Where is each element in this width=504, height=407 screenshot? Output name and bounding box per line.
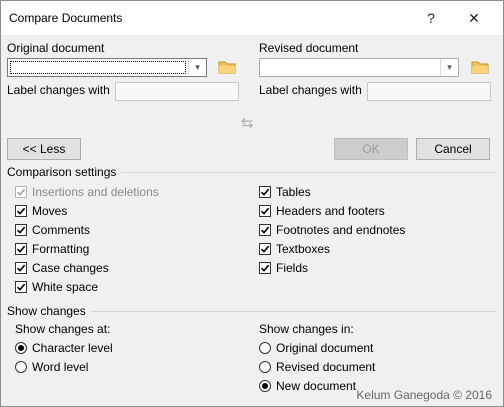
browse-original-folder-icon[interactable]: [218, 60, 236, 74]
checkbox-box[interactable]: [15, 243, 27, 255]
section-divider: [91, 311, 497, 312]
ok-button[interactable]: OK: [334, 138, 408, 160]
compare-documents-dialog: Compare Documents ? ✕ Original document …: [0, 0, 504, 407]
checkbox-textboxes[interactable]: Textboxes: [259, 241, 330, 257]
show-changes-in-label: Show changes in:: [259, 322, 354, 336]
swap-documents-icon[interactable]: ⇆: [241, 114, 254, 132]
radio-circle[interactable]: [259, 342, 271, 354]
original-label-changes-field[interactable]: [115, 82, 239, 101]
show-changes-heading: Show changes: [7, 304, 86, 318]
radio-original-document[interactable]: Original document: [259, 340, 373, 356]
checkbox-formatting[interactable]: Formatting: [15, 241, 89, 257]
checkbox-box[interactable]: [259, 224, 271, 236]
checkbox-box[interactable]: [15, 205, 27, 217]
original-document-value: [10, 61, 186, 74]
checkbox-label: Case changes: [32, 261, 109, 275]
radio-label: Revised document: [276, 360, 376, 374]
checkbox-box[interactable]: [259, 243, 271, 255]
checkbox-box[interactable]: [259, 186, 271, 198]
checkbox-tables[interactable]: Tables: [259, 184, 311, 200]
radio-circle[interactable]: [15, 361, 27, 373]
radio-new-document[interactable]: New document: [259, 378, 356, 394]
original-document-combo[interactable]: ▾: [7, 58, 207, 77]
radio-word-level[interactable]: Word level: [15, 359, 88, 375]
checkbox-label: Tables: [276, 185, 311, 199]
comparison-settings-heading: Comparison settings: [7, 165, 117, 179]
show-changes-at-label: Show changes at:: [15, 322, 111, 336]
radio-circle[interactable]: [259, 380, 271, 392]
radio-label: Character level: [32, 341, 113, 355]
checkbox-white-space[interactable]: White space: [15, 279, 98, 295]
revised-document-combo[interactable]: ▾: [259, 58, 459, 77]
dialog-title: Compare Documents: [9, 11, 123, 25]
close-button[interactable]: ✕: [456, 1, 492, 35]
revised-label-changes-field[interactable]: [367, 82, 491, 101]
checkbox-box[interactable]: [15, 262, 27, 274]
section-divider: [121, 172, 497, 173]
radio-label: Word level: [32, 360, 89, 374]
checkbox-fields[interactable]: Fields: [259, 260, 308, 276]
radio-label: New document: [276, 379, 357, 393]
checkbox-case-changes[interactable]: Case changes: [15, 260, 109, 276]
chevron-down-icon[interactable]: ▾: [440, 59, 458, 76]
original-label-changes-label: Label changes with: [7, 83, 110, 97]
radio-circle[interactable]: [15, 342, 27, 354]
radio-circle[interactable]: [259, 361, 271, 373]
checkbox-label: Formatting: [32, 242, 90, 256]
original-document-label: Original document: [7, 41, 105, 55]
less-button[interactable]: << Less: [7, 138, 81, 160]
chevron-down-icon[interactable]: ▾: [188, 59, 206, 76]
checkbox-box[interactable]: [15, 281, 27, 293]
checkbox-moves[interactable]: Moves: [15, 203, 67, 219]
checkbox-label: Fields: [276, 261, 309, 275]
checkbox-footnotes-and-endnotes[interactable]: Footnotes and endnotes: [259, 222, 405, 238]
checkbox-headers-and-footers[interactable]: Headers and footers: [259, 203, 385, 219]
checkbox-label: White space: [32, 280, 99, 294]
title-bar: Compare Documents ? ✕: [1, 1, 503, 35]
help-button[interactable]: ?: [413, 1, 449, 35]
revised-label-changes-label: Label changes with: [259, 83, 362, 97]
checkbox-box: [15, 186, 27, 198]
checkbox-box[interactable]: [15, 224, 27, 236]
watermark: Kelum Ganegoda © 2016: [356, 388, 492, 402]
checkbox-comments[interactable]: Comments: [15, 222, 90, 238]
checkbox-label: Insertions and deletions: [32, 185, 159, 199]
radio-label: Original document: [276, 341, 374, 355]
checkbox-box[interactable]: [259, 262, 271, 274]
checkbox-label: Headers and footers: [276, 204, 385, 218]
checkbox-label: Footnotes and endnotes: [276, 223, 406, 237]
checkbox-label: Moves: [32, 204, 68, 218]
radio-character-level[interactable]: Character level: [15, 340, 113, 356]
checkbox-insertions-and-deletions: Insertions and deletions: [15, 184, 159, 200]
radio-revised-document[interactable]: Revised document: [259, 359, 375, 375]
checkbox-box[interactable]: [259, 205, 271, 217]
checkbox-label: Comments: [32, 223, 91, 237]
checkbox-label: Textboxes: [276, 242, 331, 256]
revised-document-label: Revised document: [259, 41, 359, 55]
browse-revised-folder-icon[interactable]: [471, 60, 489, 74]
cancel-button[interactable]: Cancel: [416, 138, 490, 160]
